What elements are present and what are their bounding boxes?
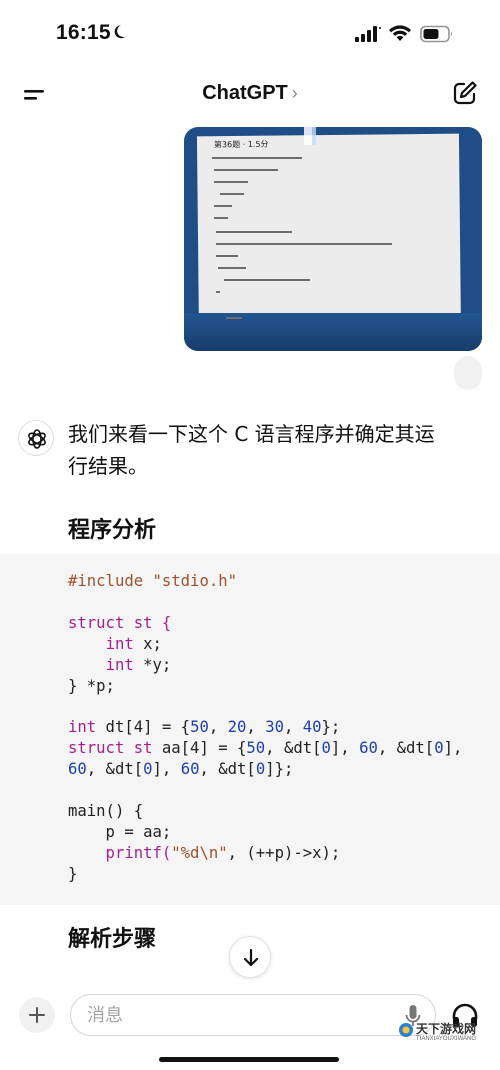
code-text: ], [152,760,181,779]
code-text: , &dt[ [265,739,322,758]
code-number: 0 [143,760,153,779]
status-time: 16:15 [56,21,111,44]
code-text: dt[4] = { [96,718,191,737]
photo-code-lines [212,157,392,319]
heading-analysis-steps: 解析步骤 [68,927,157,952]
code-number: 60 [359,739,378,758]
photo-caption-text: 第36题 · 1.5分 [213,139,269,150]
code-number: 0 [434,739,444,758]
assistant-intro-text: 我们来看一下这个 C 语言程序并确定其运行结果。 [68,422,435,478]
watermark-subtext: TIANXIAYOUXIWANG [416,1036,477,1042]
code-text: , &dt[ [377,739,435,758]
code-number: 30 [265,718,284,737]
code-text: } *p; [68,676,115,695]
code-text: ], [443,739,463,758]
code-text: p = aa; [68,822,172,841]
plus-icon [29,1007,45,1023]
openai-logo-icon [28,429,46,449]
signal-icon [355,26,381,42]
code-number: 0 [255,760,266,779]
battery-icon [420,25,452,43]
code-string: "%d\n" [171,843,228,862]
code-content: #include "stdio.h" struct st { int x; in… [68,572,463,883]
assistant-avatar [18,420,54,456]
wifi-icon [389,25,411,41]
photo-glare [304,127,312,145]
code-text: } [68,864,78,883]
code-text: ]}; [265,760,294,779]
code-line-struct: struct st { [68,613,172,632]
code-number: 50 [190,718,209,737]
watermark-logo-icon [399,1023,413,1037]
heading-program-analysis: 程序分析 [68,518,157,543]
code-text: , (++p)->x); [227,843,341,862]
code-type: int [68,718,97,737]
code-text: x; [133,634,162,653]
message-input[interactable] [70,994,436,1036]
code-text: main() { [68,801,144,820]
code-number: 60 [180,760,200,779]
app-header: ChatGPT › [0,62,500,128]
model-selector[interactable]: ChatGPT › [0,82,500,105]
photo-glare-secondary [312,127,316,145]
status-bar: 16:15 [0,0,500,62]
watermark-text: 天下游戏网 [416,1022,477,1036]
code-text: ], [330,739,360,758]
code-type: int [105,655,134,674]
code-text: aa[4] = { [152,739,247,758]
code-include-string: "stdio.h" [152,572,238,590]
scroll-to-bottom-button[interactable] [229,936,271,978]
attached-photo[interactable]: 第36题 · 1.5分 [184,127,482,351]
app-title: ChatGPT [202,82,288,104]
code-text: , &dt[ [86,760,144,779]
code-text: }; [321,718,341,737]
code-number: 20 [227,718,247,737]
code-text: *y; [133,655,172,674]
site-watermark: 天下游戏网 TIANXIAYOUXIWANG [396,1018,496,1068]
code-number: 50 [246,739,266,758]
home-indicator [159,1057,339,1062]
code-text: , &dt[ [199,760,256,779]
code-number: 40 [302,718,322,737]
code-block[interactable]: #include "stdio.h" struct st { int x; in… [0,554,500,905]
moon-icon [114,25,126,39]
message-actions-bubble[interactable] [454,356,482,390]
code-include-keyword: #include [68,572,144,590]
code-struct-keyword: struct st [68,739,153,758]
chevron-right-icon: › [291,83,298,103]
code-number: 60 [68,760,87,779]
code-printf: printf( [68,843,172,862]
code-number: 0 [321,739,331,758]
code-type: int [105,634,134,653]
new-chat-icon[interactable] [450,78,480,108]
add-attachment-button[interactable] [19,997,55,1033]
arrow-down-icon [243,948,259,967]
